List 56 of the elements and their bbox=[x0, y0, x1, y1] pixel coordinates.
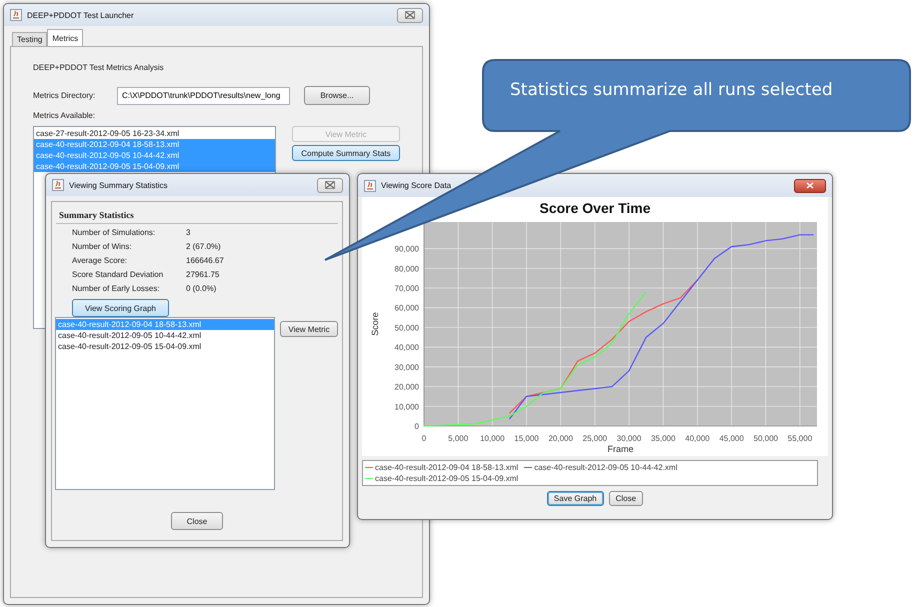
stat-label: Score Standard Deviation bbox=[72, 270, 164, 279]
tick-label: 0 bbox=[414, 422, 419, 431]
tick-label: 30,000 bbox=[616, 434, 642, 443]
view-graph-button[interactable]: View Scoring Graph bbox=[72, 299, 169, 317]
callout-text: Statistics summarize all runs selected bbox=[510, 80, 833, 100]
stat-label: Number of Simulations: bbox=[72, 228, 156, 237]
legend-label: case-40-result-2012-09-04 18-58-13.xml bbox=[375, 463, 518, 472]
tick-label: 10,000 bbox=[480, 434, 505, 443]
stat-label: Number of Wins: bbox=[72, 242, 133, 251]
legend-label: case-40-result-2012-09-05 15-04-09.xml bbox=[375, 474, 518, 483]
action-button[interactable]: Compute Summary Stats bbox=[292, 145, 400, 161]
legend-label: case-40-result-2012-09-05 10-44-42.xml bbox=[534, 463, 678, 472]
tick-label: 80,000 bbox=[394, 264, 419, 274]
tick-label: 10,000 bbox=[394, 402, 419, 412]
tick-label: 20,000 bbox=[394, 382, 419, 392]
tick-label: 0 bbox=[422, 434, 426, 443]
close-button[interactable]: Close bbox=[171, 512, 223, 530]
tick-label: 35,000 bbox=[650, 434, 676, 443]
view-metric-button[interactable]: View Metric bbox=[280, 321, 338, 337]
dialog-button[interactable]: Save Graph bbox=[546, 491, 604, 506]
list-label: Metrics Available: bbox=[33, 111, 96, 120]
tick-label: 60,000 bbox=[394, 304, 419, 313]
axis-title: Score bbox=[370, 312, 380, 336]
tab[interactable]: Metrics bbox=[47, 29, 84, 46]
tick-label: 50,000 bbox=[754, 434, 778, 443]
window-title: Viewing Summary Statistics bbox=[69, 180, 169, 190]
window-title: Viewing Score Data bbox=[381, 181, 452, 190]
tick-label: 70,000 bbox=[394, 284, 419, 294]
window-title: DEEP+PDDOT Test Launcher bbox=[27, 10, 135, 20]
tick-label: 40,000 bbox=[394, 343, 419, 352]
stat-label: Number of Early Losses: bbox=[72, 284, 161, 293]
axis-title: Frame bbox=[608, 444, 634, 454]
panel-heading: DEEP+PDDOT Test Metrics Analysis bbox=[33, 63, 165, 72]
stat-label: Average Score: bbox=[72, 256, 128, 265]
tick-label: 90,000 bbox=[394, 244, 419, 254]
stat-value: 27961.75 bbox=[186, 270, 220, 279]
tick-label: 25,000 bbox=[582, 434, 608, 443]
directory-field[interactable]: C:\X\PDDOT\trunk\PDDOT\results\new_long bbox=[117, 86, 290, 104]
field-label: Metrics Directory: bbox=[33, 91, 96, 100]
tick-label: 45,000 bbox=[719, 434, 744, 443]
tick-label: 20,000 bbox=[548, 434, 573, 443]
tab[interactable]: Testing bbox=[12, 32, 48, 46]
dialog-button[interactable]: Close bbox=[608, 491, 644, 506]
tick-label: 40,000 bbox=[685, 434, 710, 443]
tick-label: 30,000 bbox=[394, 362, 419, 372]
tick-label: 15,000 bbox=[514, 434, 539, 443]
tick-label: 50,000 bbox=[394, 323, 419, 332]
stat-value: 0 (0.0%) bbox=[186, 284, 218, 293]
tick-label: 5,000 bbox=[448, 434, 468, 443]
tick-label: 55,000 bbox=[788, 434, 812, 443]
chart-title: Score Over Time bbox=[539, 200, 651, 216]
section-heading: Summary Statistics bbox=[56, 210, 338, 224]
browse-button[interactable]: Browse... bbox=[304, 86, 370, 105]
stat-value: 3 bbox=[186, 228, 192, 237]
stat-value: 166646.67 bbox=[186, 256, 225, 265]
stat-value: 2 (67.0%) bbox=[186, 242, 222, 251]
